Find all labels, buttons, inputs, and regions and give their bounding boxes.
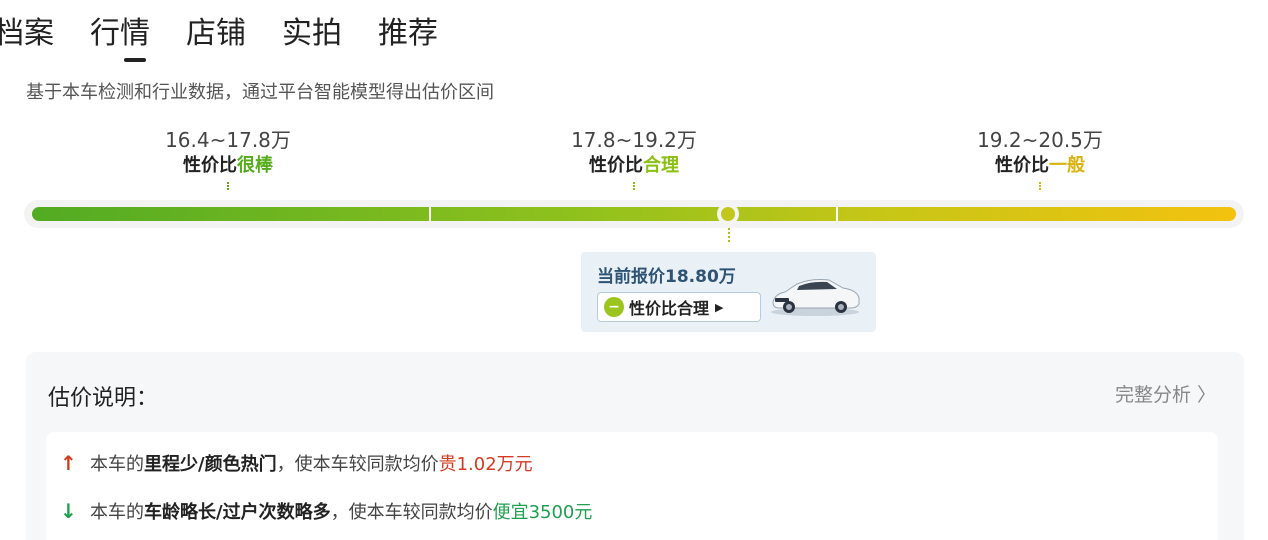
price-range-bar: [24, 200, 1244, 228]
range-great: 16.4~17.8万 性价比很棒: [108, 126, 348, 190]
current-price-title: 当前报价18.80万: [597, 267, 736, 287]
arrow-down-icon: ↓: [60, 499, 77, 523]
dotted-connector: [227, 182, 229, 190]
panel-title: 估价说明：: [48, 386, 159, 411]
tab-photos[interactable]: 实拍: [282, 14, 342, 62]
range-average: 19.2~20.5万 性价比一般: [920, 126, 1160, 190]
current-price-card: 当前报价18.80万 − 性价比合理 ▶: [581, 252, 876, 332]
tab-bar: 档案 行情 店铺 实拍 推荐: [0, 14, 474, 62]
valuation-subtitle: 基于本车检测和行业数据，通过平台智能模型得出估价区间: [26, 82, 494, 103]
list-item: ↑ 本车的 里程少/颜色热门 ，使本车较同款均价贵 1.02万元: [60, 451, 533, 475]
range-label: 性价比合理: [589, 155, 679, 176]
minus-circle-icon: −: [604, 297, 624, 317]
range-price: 19.2~20.5万: [977, 128, 1103, 152]
segment-divider: [429, 207, 431, 221]
tab-store[interactable]: 店铺: [186, 14, 246, 62]
full-analysis-link[interactable]: 完整分析 〉: [1115, 380, 1216, 407]
segment-divider: [836, 207, 838, 221]
range-price: 17.8~19.2万: [571, 128, 697, 152]
tab-market[interactable]: 行情: [90, 14, 150, 62]
value-badge-label: 性价比合理: [629, 299, 710, 318]
valuation-explanation-panel: 估价说明： 完整分析 〉 ↑ 本车的 里程少/颜色热门 ，使本车较同款均价贵 1.02…: [26, 352, 1244, 540]
value-badge-button[interactable]: − 性价比合理 ▶: [597, 292, 761, 322]
current-price-marker: [717, 203, 739, 225]
dotted-connector: [633, 182, 635, 190]
range-label: 性价比很棒: [183, 155, 273, 176]
play-arrow-icon: ▶: [715, 300, 724, 314]
range-price: 16.4~17.8万: [165, 128, 291, 152]
car-thumbnail-icon: [771, 279, 860, 316]
range-label: 性价比一般: [995, 155, 1085, 176]
arrow-up-icon: ↑: [60, 451, 77, 475]
gradient-bar: [32, 207, 1236, 221]
marker-connector: [728, 228, 730, 242]
list-item: ↓ 本车的 车龄略长/过户次数略多 ，使本车较同款均价 便宜 3500元: [60, 499, 593, 523]
dotted-connector: [1039, 182, 1041, 190]
range-fair: 17.8~19.2万 性价比合理: [514, 126, 754, 190]
explanation-list: ↑ 本车的 里程少/颜色热门 ，使本车较同款均价贵 1.02万元 ↓ 本车的 车龄略长/…: [46, 432, 1218, 540]
tab-recommend[interactable]: 推荐: [378, 14, 438, 62]
tab-archive[interactable]: 档案: [0, 14, 54, 62]
